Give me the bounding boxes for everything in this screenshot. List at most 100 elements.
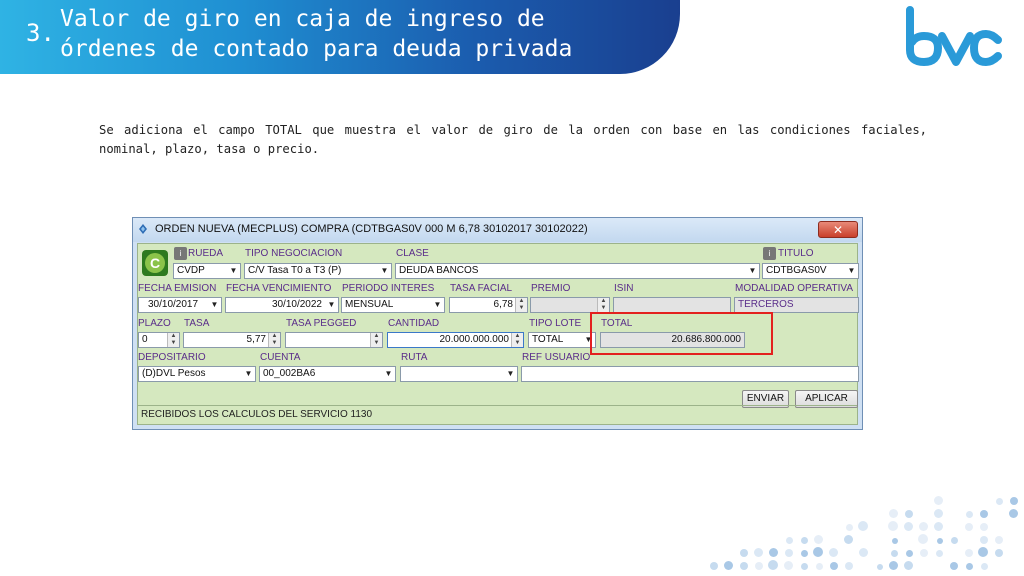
close-button[interactable]: ✕	[818, 221, 858, 238]
dot	[801, 537, 808, 544]
dot	[754, 548, 763, 557]
dot	[755, 562, 763, 570]
cuenta-select[interactable]: 00_002BA6 ▼	[259, 366, 396, 382]
dot	[904, 561, 913, 570]
dot	[784, 561, 793, 570]
dot	[845, 562, 853, 570]
dot	[724, 561, 733, 570]
dot	[859, 548, 868, 557]
chevron-down-icon: ▼	[504, 367, 517, 381]
clase-label: CLASE	[396, 248, 429, 259]
dot	[978, 547, 988, 557]
dot	[934, 496, 943, 505]
app-icon	[137, 223, 149, 235]
isin-field[interactable]	[613, 297, 731, 313]
depositario-select[interactable]: (D)DVL Pesos ▼	[138, 366, 256, 382]
spinner-icon[interactable]: ▲ ▼	[597, 298, 609, 312]
dot	[919, 522, 928, 531]
dot	[918, 534, 928, 544]
dot	[1010, 497, 1018, 505]
chevron-down-icon: ▼	[325, 298, 338, 312]
modalidad-operativa-field[interactable]: TERCEROS	[734, 297, 859, 313]
dot	[995, 549, 1003, 557]
status-bar: RECIBIDOS LOS CALCULOS DEL SERVICIO 1130	[138, 405, 857, 424]
dot	[920, 549, 928, 557]
chevron-down-icon: ▼	[431, 298, 444, 312]
info-icon[interactable]: i	[174, 247, 187, 260]
spinner-icon[interactable]: ▲ ▼	[370, 333, 382, 347]
dot	[768, 560, 778, 570]
dot	[980, 536, 988, 544]
dot	[813, 547, 823, 557]
window-titlebar[interactable]: ORDEN NUEVA (MECPLUS) COMPRA (CDTBGAS0V …	[133, 218, 862, 242]
chevron-down-icon: ▼	[382, 367, 395, 381]
cantidad-field[interactable]: 20.000.000.000 ▲ ▼	[387, 332, 524, 348]
dot	[891, 550, 898, 557]
dot	[966, 563, 973, 570]
plazo-field[interactable]: 0 ▲ ▼	[138, 332, 180, 348]
dot	[951, 537, 958, 544]
titulo-select[interactable]: CDTBGAS0V ▼	[762, 263, 859, 279]
tipo-lote-select[interactable]: TOTAL ▼	[528, 332, 596, 348]
cantidad-label: CANTIDAD	[388, 318, 439, 329]
dot	[888, 521, 898, 531]
window-title: ORDEN NUEVA (MECPLUS) COMPRA (CDTBGAS0V …	[155, 223, 588, 235]
slide-title-line1: Valor de giro en caja de ingreso de	[60, 6, 545, 32]
tasa-pegged-label: TASA PEGGED	[286, 318, 356, 329]
tipo-negociacion-label: TIPO NEGOCIACION	[245, 248, 342, 259]
dot	[844, 535, 853, 544]
dot	[904, 522, 913, 531]
rueda-select[interactable]: CVDP ▼	[173, 263, 241, 279]
dot	[937, 538, 943, 544]
dot	[769, 548, 778, 557]
periodo-interes-label: PERIODO INTERES	[342, 283, 434, 294]
tipo-lote-label: TIPO LOTE	[529, 318, 581, 329]
dot	[846, 524, 853, 531]
chevron-down-icon: ▼	[242, 367, 255, 381]
ref-usuario-field[interactable]	[521, 366, 859, 382]
tasa-field[interactable]: 5,77 ▲ ▼	[183, 332, 281, 348]
spinner-icon[interactable]: ▲ ▼	[167, 333, 179, 347]
plazo-label: PLAZO	[138, 318, 171, 329]
description-text: Se adiciona el campo TOTAL que muestra e…	[99, 121, 927, 159]
periodo-interes-select[interactable]: MENSUAL ▼	[341, 297, 445, 313]
chevron-down-icon: ▼	[227, 264, 240, 278]
spinner-icon[interactable]: ▲ ▼	[515, 298, 527, 312]
titulo-label: TITULO	[778, 248, 814, 259]
dot	[801, 563, 808, 570]
cuenta-label: CUENTA	[260, 352, 300, 363]
fecha-emision-field[interactable]: 30/10/2017 ▼	[138, 297, 222, 313]
slide-number: 3.	[26, 19, 55, 47]
tipo-negociacion-select[interactable]: C/V Tasa T0 a T3 (P) ▼	[244, 263, 392, 279]
dot	[801, 550, 808, 557]
spinner-icon[interactable]: ▲ ▼	[511, 333, 523, 347]
dot	[829, 548, 838, 557]
fecha-vencimiento-field[interactable]: 30/10/2022 ▼	[225, 297, 339, 313]
dot	[905, 510, 913, 518]
spinner-icon[interactable]: ▲ ▼	[268, 333, 280, 347]
close-icon: ✕	[833, 223, 843, 237]
depositario-label: DEPOSITARIO	[138, 352, 206, 363]
tasa-facial-field[interactable]: 6,78 ▲ ▼	[449, 297, 528, 313]
chevron-down-icon: ▼	[845, 264, 858, 278]
dot	[785, 549, 793, 557]
fecha-vencimiento-label: FECHA VENCIMIENTO	[226, 283, 331, 294]
dot	[934, 509, 943, 518]
tasa-pegged-field[interactable]: ▲ ▼	[285, 332, 383, 348]
dot	[965, 523, 973, 531]
dot	[814, 535, 823, 544]
dot	[889, 509, 898, 518]
dot	[980, 510, 988, 518]
clase-select[interactable]: DEUDA BANCOS ▼	[395, 263, 760, 279]
green-c-icon[interactable]: C	[142, 250, 168, 276]
ruta-select[interactable]: ▼	[400, 366, 518, 382]
dot	[1009, 509, 1018, 518]
dot	[786, 537, 793, 544]
dot	[906, 550, 913, 557]
premio-field[interactable]: ▲ ▼	[530, 297, 610, 313]
dot	[892, 538, 898, 544]
info-icon[interactable]: i	[763, 247, 776, 260]
dot	[858, 521, 868, 531]
dot	[877, 564, 883, 570]
chevron-down-icon: ▼	[746, 264, 759, 278]
